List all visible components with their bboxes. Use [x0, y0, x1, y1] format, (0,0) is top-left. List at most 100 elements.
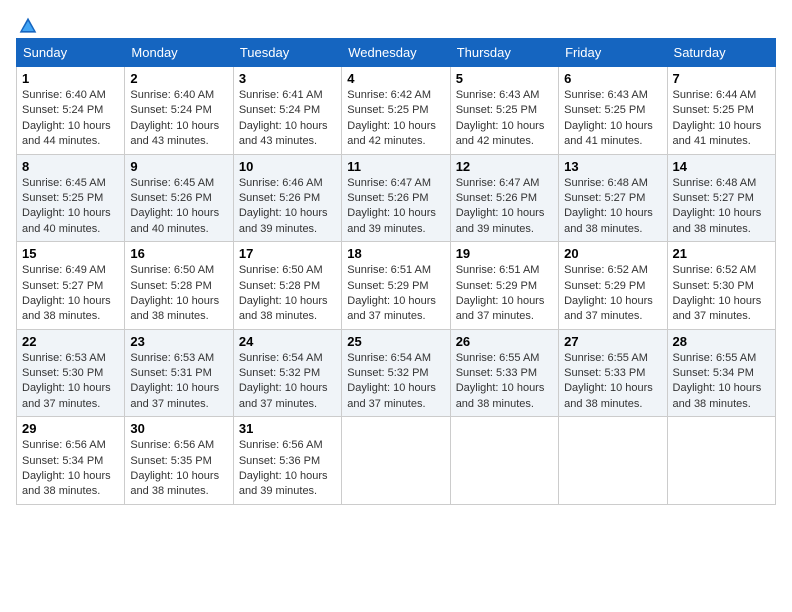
day-number: 26 [456, 334, 553, 349]
day-number: 8 [22, 159, 119, 174]
calendar-cell: 15 Sunrise: 6:49 AMSunset: 5:27 PMDaylig… [17, 242, 125, 330]
day-number: 16 [130, 246, 227, 261]
day-info: Sunrise: 6:53 AMSunset: 5:30 PMDaylight:… [22, 352, 111, 410]
calendar-week-row: 22 Sunrise: 6:53 AMSunset: 5:30 PMDaylig… [17, 329, 776, 417]
day-info: Sunrise: 6:53 AMSunset: 5:31 PMDaylight:… [130, 352, 219, 410]
calendar-cell: 10 Sunrise: 6:46 AMSunset: 5:26 PMDaylig… [233, 154, 341, 242]
day-info: Sunrise: 6:56 AMSunset: 5:34 PMDaylight:… [22, 439, 111, 497]
calendar-cell: 9 Sunrise: 6:45 AMSunset: 5:26 PMDayligh… [125, 154, 233, 242]
day-info: Sunrise: 6:55 AMSunset: 5:33 PMDaylight:… [564, 352, 653, 410]
day-info: Sunrise: 6:56 AMSunset: 5:35 PMDaylight:… [130, 439, 219, 497]
day-number: 5 [456, 71, 553, 86]
day-number: 2 [130, 71, 227, 86]
day-number: 17 [239, 246, 336, 261]
calendar-week-row: 8 Sunrise: 6:45 AMSunset: 5:25 PMDayligh… [17, 154, 776, 242]
day-number: 10 [239, 159, 336, 174]
calendar-cell: 26 Sunrise: 6:55 AMSunset: 5:33 PMDaylig… [450, 329, 558, 417]
day-number: 4 [347, 71, 444, 86]
calendar-cell [342, 417, 450, 505]
calendar-table: SundayMondayTuesdayWednesdayThursdayFrid… [16, 38, 776, 505]
calendar-cell: 17 Sunrise: 6:50 AMSunset: 5:28 PMDaylig… [233, 242, 341, 330]
day-info: Sunrise: 6:49 AMSunset: 5:27 PMDaylight:… [22, 264, 111, 322]
day-info: Sunrise: 6:55 AMSunset: 5:33 PMDaylight:… [456, 352, 545, 410]
day-info: Sunrise: 6:55 AMSunset: 5:34 PMDaylight:… [673, 352, 762, 410]
calendar-header-friday: Friday [559, 39, 667, 67]
day-number: 28 [673, 334, 770, 349]
day-number: 31 [239, 421, 336, 436]
calendar-cell: 24 Sunrise: 6:54 AMSunset: 5:32 PMDaylig… [233, 329, 341, 417]
logo-icon [18, 16, 38, 36]
day-number: 13 [564, 159, 661, 174]
calendar-cell: 22 Sunrise: 6:53 AMSunset: 5:30 PMDaylig… [17, 329, 125, 417]
day-number: 19 [456, 246, 553, 261]
day-info: Sunrise: 6:40 AMSunset: 5:24 PMDaylight:… [22, 89, 111, 147]
day-info: Sunrise: 6:45 AMSunset: 5:26 PMDaylight:… [130, 177, 219, 235]
calendar-header-tuesday: Tuesday [233, 39, 341, 67]
day-number: 12 [456, 159, 553, 174]
calendar-cell: 12 Sunrise: 6:47 AMSunset: 5:26 PMDaylig… [450, 154, 558, 242]
calendar-cell: 3 Sunrise: 6:41 AMSunset: 5:24 PMDayligh… [233, 67, 341, 155]
calendar-cell [450, 417, 558, 505]
calendar-cell: 30 Sunrise: 6:56 AMSunset: 5:35 PMDaylig… [125, 417, 233, 505]
day-number: 29 [22, 421, 119, 436]
day-number: 27 [564, 334, 661, 349]
calendar-cell: 29 Sunrise: 6:56 AMSunset: 5:34 PMDaylig… [17, 417, 125, 505]
calendar-header-thursday: Thursday [450, 39, 558, 67]
day-info: Sunrise: 6:52 AMSunset: 5:30 PMDaylight:… [673, 264, 762, 322]
day-number: 11 [347, 159, 444, 174]
day-info: Sunrise: 6:45 AMSunset: 5:25 PMDaylight:… [22, 177, 111, 235]
day-info: Sunrise: 6:41 AMSunset: 5:24 PMDaylight:… [239, 89, 328, 147]
day-info: Sunrise: 6:50 AMSunset: 5:28 PMDaylight:… [239, 264, 328, 322]
day-number: 3 [239, 71, 336, 86]
day-number: 6 [564, 71, 661, 86]
day-number: 25 [347, 334, 444, 349]
day-info: Sunrise: 6:47 AMSunset: 5:26 PMDaylight:… [456, 177, 545, 235]
calendar-week-row: 1 Sunrise: 6:40 AMSunset: 5:24 PMDayligh… [17, 67, 776, 155]
calendar-cell [667, 417, 775, 505]
calendar-cell: 11 Sunrise: 6:47 AMSunset: 5:26 PMDaylig… [342, 154, 450, 242]
calendar-cell: 16 Sunrise: 6:50 AMSunset: 5:28 PMDaylig… [125, 242, 233, 330]
day-number: 23 [130, 334, 227, 349]
day-info: Sunrise: 6:43 AMSunset: 5:25 PMDaylight:… [456, 89, 545, 147]
day-info: Sunrise: 6:40 AMSunset: 5:24 PMDaylight:… [130, 89, 219, 147]
day-number: 24 [239, 334, 336, 349]
calendar-header-saturday: Saturday [667, 39, 775, 67]
calendar-cell: 23 Sunrise: 6:53 AMSunset: 5:31 PMDaylig… [125, 329, 233, 417]
page-header [16, 16, 776, 30]
day-number: 1 [22, 71, 119, 86]
calendar-cell: 7 Sunrise: 6:44 AMSunset: 5:25 PMDayligh… [667, 67, 775, 155]
calendar-cell: 4 Sunrise: 6:42 AMSunset: 5:25 PMDayligh… [342, 67, 450, 155]
calendar-cell: 21 Sunrise: 6:52 AMSunset: 5:30 PMDaylig… [667, 242, 775, 330]
calendar-cell: 8 Sunrise: 6:45 AMSunset: 5:25 PMDayligh… [17, 154, 125, 242]
day-info: Sunrise: 6:50 AMSunset: 5:28 PMDaylight:… [130, 264, 219, 322]
day-info: Sunrise: 6:51 AMSunset: 5:29 PMDaylight:… [347, 264, 436, 322]
day-number: 20 [564, 246, 661, 261]
calendar-week-row: 15 Sunrise: 6:49 AMSunset: 5:27 PMDaylig… [17, 242, 776, 330]
calendar-cell: 20 Sunrise: 6:52 AMSunset: 5:29 PMDaylig… [559, 242, 667, 330]
calendar-cell: 6 Sunrise: 6:43 AMSunset: 5:25 PMDayligh… [559, 67, 667, 155]
calendar-cell: 31 Sunrise: 6:56 AMSunset: 5:36 PMDaylig… [233, 417, 341, 505]
calendar-week-row: 29 Sunrise: 6:56 AMSunset: 5:34 PMDaylig… [17, 417, 776, 505]
day-number: 21 [673, 246, 770, 261]
calendar-cell: 18 Sunrise: 6:51 AMSunset: 5:29 PMDaylig… [342, 242, 450, 330]
calendar-cell: 14 Sunrise: 6:48 AMSunset: 5:27 PMDaylig… [667, 154, 775, 242]
day-info: Sunrise: 6:52 AMSunset: 5:29 PMDaylight:… [564, 264, 653, 322]
calendar-header-row: SundayMondayTuesdayWednesdayThursdayFrid… [17, 39, 776, 67]
calendar-cell: 1 Sunrise: 6:40 AMSunset: 5:24 PMDayligh… [17, 67, 125, 155]
calendar-cell: 13 Sunrise: 6:48 AMSunset: 5:27 PMDaylig… [559, 154, 667, 242]
day-info: Sunrise: 6:48 AMSunset: 5:27 PMDaylight:… [564, 177, 653, 235]
day-info: Sunrise: 6:46 AMSunset: 5:26 PMDaylight:… [239, 177, 328, 235]
day-number: 22 [22, 334, 119, 349]
day-number: 18 [347, 246, 444, 261]
day-number: 9 [130, 159, 227, 174]
day-info: Sunrise: 6:43 AMSunset: 5:25 PMDaylight:… [564, 89, 653, 147]
calendar-header-sunday: Sunday [17, 39, 125, 67]
calendar-cell: 25 Sunrise: 6:54 AMSunset: 5:32 PMDaylig… [342, 329, 450, 417]
day-info: Sunrise: 6:54 AMSunset: 5:32 PMDaylight:… [347, 352, 436, 410]
day-info: Sunrise: 6:51 AMSunset: 5:29 PMDaylight:… [456, 264, 545, 322]
logo [16, 16, 38, 30]
day-info: Sunrise: 6:56 AMSunset: 5:36 PMDaylight:… [239, 439, 328, 497]
day-info: Sunrise: 6:48 AMSunset: 5:27 PMDaylight:… [673, 177, 762, 235]
calendar-header-wednesday: Wednesday [342, 39, 450, 67]
calendar-cell [559, 417, 667, 505]
